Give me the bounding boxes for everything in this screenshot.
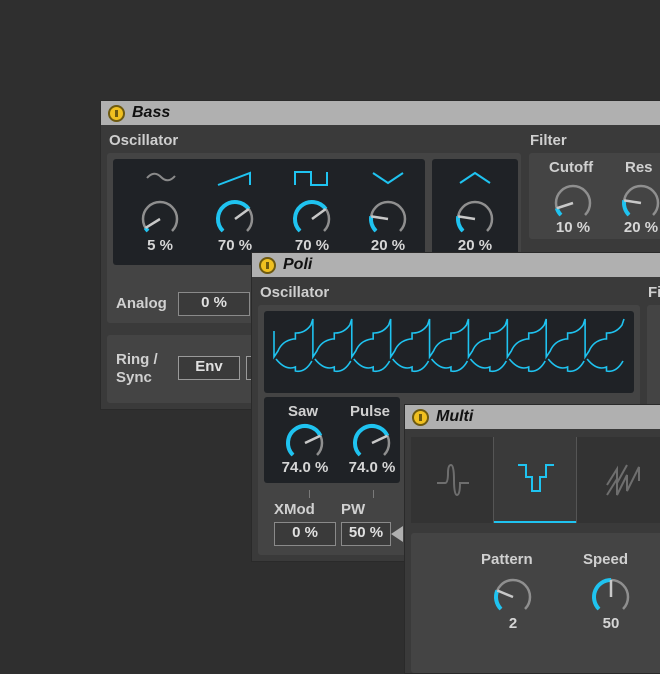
pulse-shape-icon xyxy=(435,463,471,497)
knob-pointer xyxy=(557,203,573,208)
poli-waveform-display xyxy=(264,311,634,393)
knob-graphic xyxy=(213,197,257,241)
bass-oscillator-label: Oscillator xyxy=(109,132,178,149)
tab-zigzag-shape[interactable] xyxy=(577,437,660,523)
knob-track xyxy=(556,186,590,215)
xmod-field[interactable]: 0 % xyxy=(274,522,336,546)
sine-wave-icon xyxy=(145,169,177,185)
knob-value-arc xyxy=(594,580,611,609)
knob-pointer xyxy=(371,216,388,219)
multi-tab-bar xyxy=(411,437,660,523)
knob-pointer xyxy=(458,216,475,219)
knob-pointer xyxy=(312,209,326,219)
tab-pulse-shape[interactable] xyxy=(411,437,493,523)
knob-value-arc xyxy=(288,426,320,455)
ring-sync-label-1: Ring / xyxy=(116,351,158,368)
bass-filter-label: Filter xyxy=(530,132,567,149)
knob-pointer xyxy=(497,590,513,597)
cutoff-value: 10 % xyxy=(543,219,603,236)
pattern-value: 2 xyxy=(483,615,543,632)
square-wave-icon xyxy=(293,169,329,187)
knob-value-arc xyxy=(355,426,387,455)
multi-device: Multi Pattern Speed 2 50 xyxy=(404,404,660,674)
pw-field[interactable]: 50 % xyxy=(341,522,391,546)
pattern-label: Pattern xyxy=(481,551,533,568)
xmod-label: XMod xyxy=(274,501,315,518)
knob-graphic xyxy=(589,575,633,619)
res-label: Res xyxy=(625,159,653,176)
bass-power-icon[interactable] xyxy=(108,105,125,122)
knob-value-arc xyxy=(624,200,629,215)
knob-value-arc xyxy=(458,216,463,231)
poli-power-icon[interactable] xyxy=(259,257,276,274)
bass-title: Bass xyxy=(132,104,170,122)
poli-title: Poli xyxy=(283,256,312,274)
knob-graphic xyxy=(366,197,410,241)
knob-pointer xyxy=(372,436,387,443)
knob-graphic xyxy=(453,197,497,241)
knob-value-arc xyxy=(496,590,501,609)
speed-label: Speed xyxy=(583,551,628,568)
sine-level-value: 5 % xyxy=(130,237,190,254)
bass-wave-area: 5 % 70 % 70 % 20 % xyxy=(113,159,425,265)
knob-pointer xyxy=(305,436,320,443)
xmod-tick xyxy=(309,490,310,498)
knob-graphic xyxy=(138,197,182,241)
knob-pointer xyxy=(146,219,160,228)
res-value: 20 % xyxy=(611,219,660,236)
ring-sync-label-2: Sync xyxy=(116,369,152,386)
pulse-label: Pulse xyxy=(350,403,390,420)
poli-filter-label: Fi xyxy=(648,284,660,301)
knob-value-arc xyxy=(295,202,326,231)
knob-value-arc xyxy=(371,216,376,231)
bass-titlebar: Bass xyxy=(101,101,660,125)
saw-wave-icon xyxy=(217,169,251,187)
ring-env-button[interactable]: Env xyxy=(178,356,240,380)
waveform-trace-lower xyxy=(276,359,623,371)
poli-knob-area: Saw Pulse 74.0 % 74.0 % xyxy=(264,397,400,483)
saw-value: 74.0 % xyxy=(275,459,335,476)
pw-label: PW xyxy=(341,501,365,518)
peak-wave-icon xyxy=(458,169,492,185)
multi-power-icon[interactable] xyxy=(412,409,429,426)
knob-graphic xyxy=(491,575,535,619)
knob-pointer xyxy=(235,209,249,219)
triangle-wave-icon xyxy=(371,169,405,185)
saw-label: Saw xyxy=(288,403,318,420)
speed-value: 50 xyxy=(581,615,641,632)
poli-titlebar: Poli xyxy=(252,253,660,277)
poli-oscillator-label: Oscillator xyxy=(260,284,329,301)
knob-pointer xyxy=(624,200,641,203)
knob-track xyxy=(496,580,530,609)
zigzag-shape-icon xyxy=(605,461,641,497)
knob-graphic xyxy=(290,197,334,241)
pw-tick xyxy=(373,490,374,498)
cutoff-label: Cutoff xyxy=(549,159,593,176)
bass-filter-panel: Cutoff Res 10 % 20 % xyxy=(529,153,660,239)
waveform-display xyxy=(264,311,634,393)
step-shape-icon xyxy=(516,461,556,495)
pw-arrow-icon[interactable] xyxy=(391,526,403,542)
analog-field[interactable]: 0 % xyxy=(178,292,250,316)
tab-selected-indicator xyxy=(494,521,576,523)
multi-control-panel: Pattern Speed 2 50 xyxy=(411,533,660,673)
knob-value-arc xyxy=(218,202,249,231)
bass-wave-area-2: 20 % xyxy=(432,159,518,265)
pulse-value: 74.0 % xyxy=(342,459,402,476)
multi-title: Multi xyxy=(436,408,473,426)
waveform-trace xyxy=(274,319,624,357)
tab-step-shape[interactable] xyxy=(493,437,577,523)
analog-label: Analog xyxy=(116,295,167,312)
multi-titlebar: Multi xyxy=(405,405,660,429)
